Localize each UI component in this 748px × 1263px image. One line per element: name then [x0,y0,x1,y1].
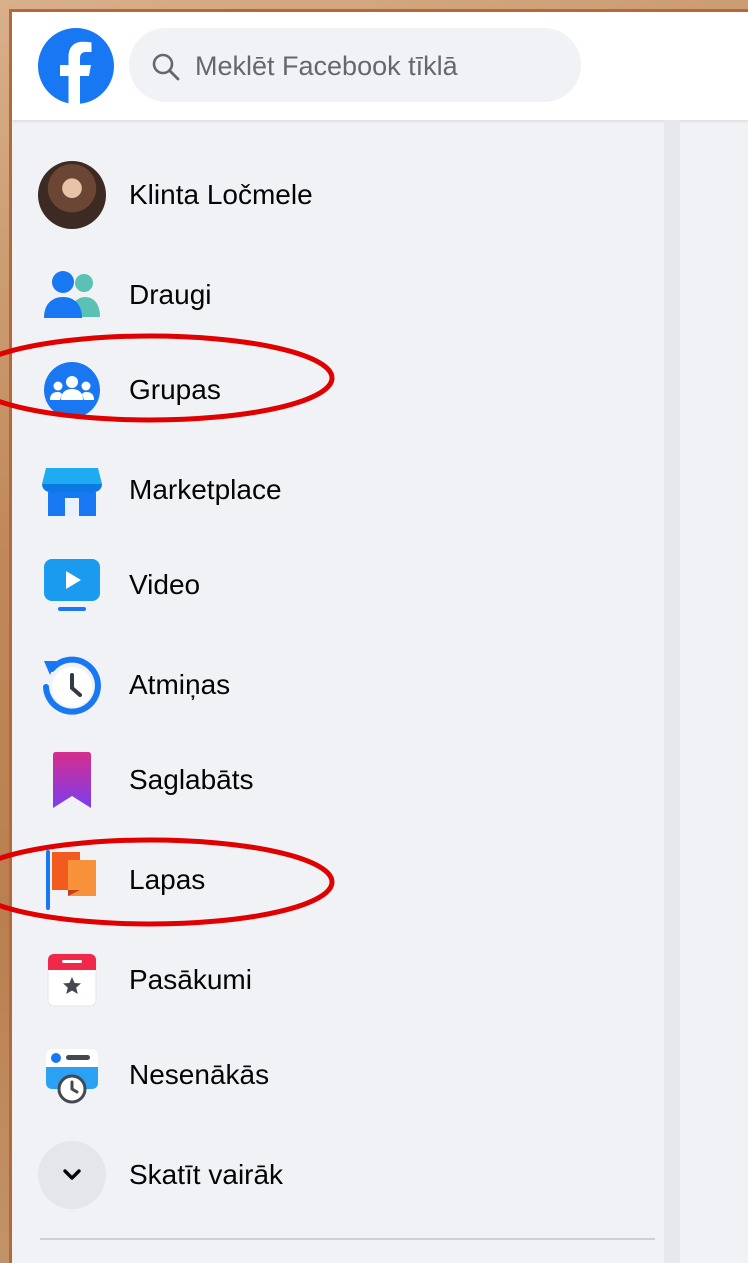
sidebar-item-profile[interactable]: Klinta Ločmele [26,150,644,240]
video-icon [38,551,106,619]
pages-icon [38,846,106,914]
sidebar-item-friends[interactable]: Draugi [26,250,644,340]
friends-icon [38,261,106,329]
sidebar-item-label: Draugi [129,279,212,310]
sidebar-item-label: Lapas [129,864,206,895]
left-sidebar: Klinta Ločmele Draugi Grupas Marketplace… [12,120,668,1263]
sidebar-item-label: Marketplace [129,474,282,505]
sidebar-item-groups[interactable]: Grupas [26,345,644,435]
see-more-button[interactable]: Skatīt vairāk [26,1130,644,1220]
sidebar-item-marketplace[interactable]: Marketplace [26,445,644,535]
sidebar-item-memories[interactable]: Atmiņas [26,640,644,730]
facebook-logo-icon[interactable] [38,28,114,104]
sidebar-item-label: Nesenākās [129,1059,270,1090]
sidebar-item-video[interactable]: Video [26,540,644,630]
recent-icon [38,1041,106,1109]
chevron-down-icon [63,1169,81,1180]
search-icon [151,52,181,87]
see-more-circle [38,1141,106,1209]
sidebar-item-label: Saglabāts [129,764,254,795]
sidebar-item-recent[interactable]: Nesenākās [26,1030,644,1120]
groups-icon [38,356,106,424]
search-input[interactable] [193,46,567,86]
top-bar [12,12,748,120]
sidebar-item-label: Pasākumi [129,964,252,995]
sidebar-item-label: Video [129,569,201,600]
sidebar-item-label: Skatīt vairāk [129,1159,284,1190]
search-box[interactable] [129,28,581,102]
sidebar-item-label: Atmiņas [129,669,231,700]
avatar [38,161,106,229]
sidebar-divider [40,1238,655,1240]
sidebar-item-saved[interactable]: Saglabāts [26,735,644,825]
events-icon [38,946,106,1014]
sidebar-item-pages[interactable]: Lapas [26,835,644,925]
facebook-window: Klinta Ločmele Draugi [9,9,748,1263]
memories-icon [38,651,106,719]
sidebar-item-events[interactable]: Pasākumi [26,935,644,1025]
sidebar-item-label: Grupas [129,374,221,405]
sidebar-item-label: Klinta Ločmele [129,179,313,210]
marketplace-icon [38,456,106,524]
saved-icon [38,746,106,814]
